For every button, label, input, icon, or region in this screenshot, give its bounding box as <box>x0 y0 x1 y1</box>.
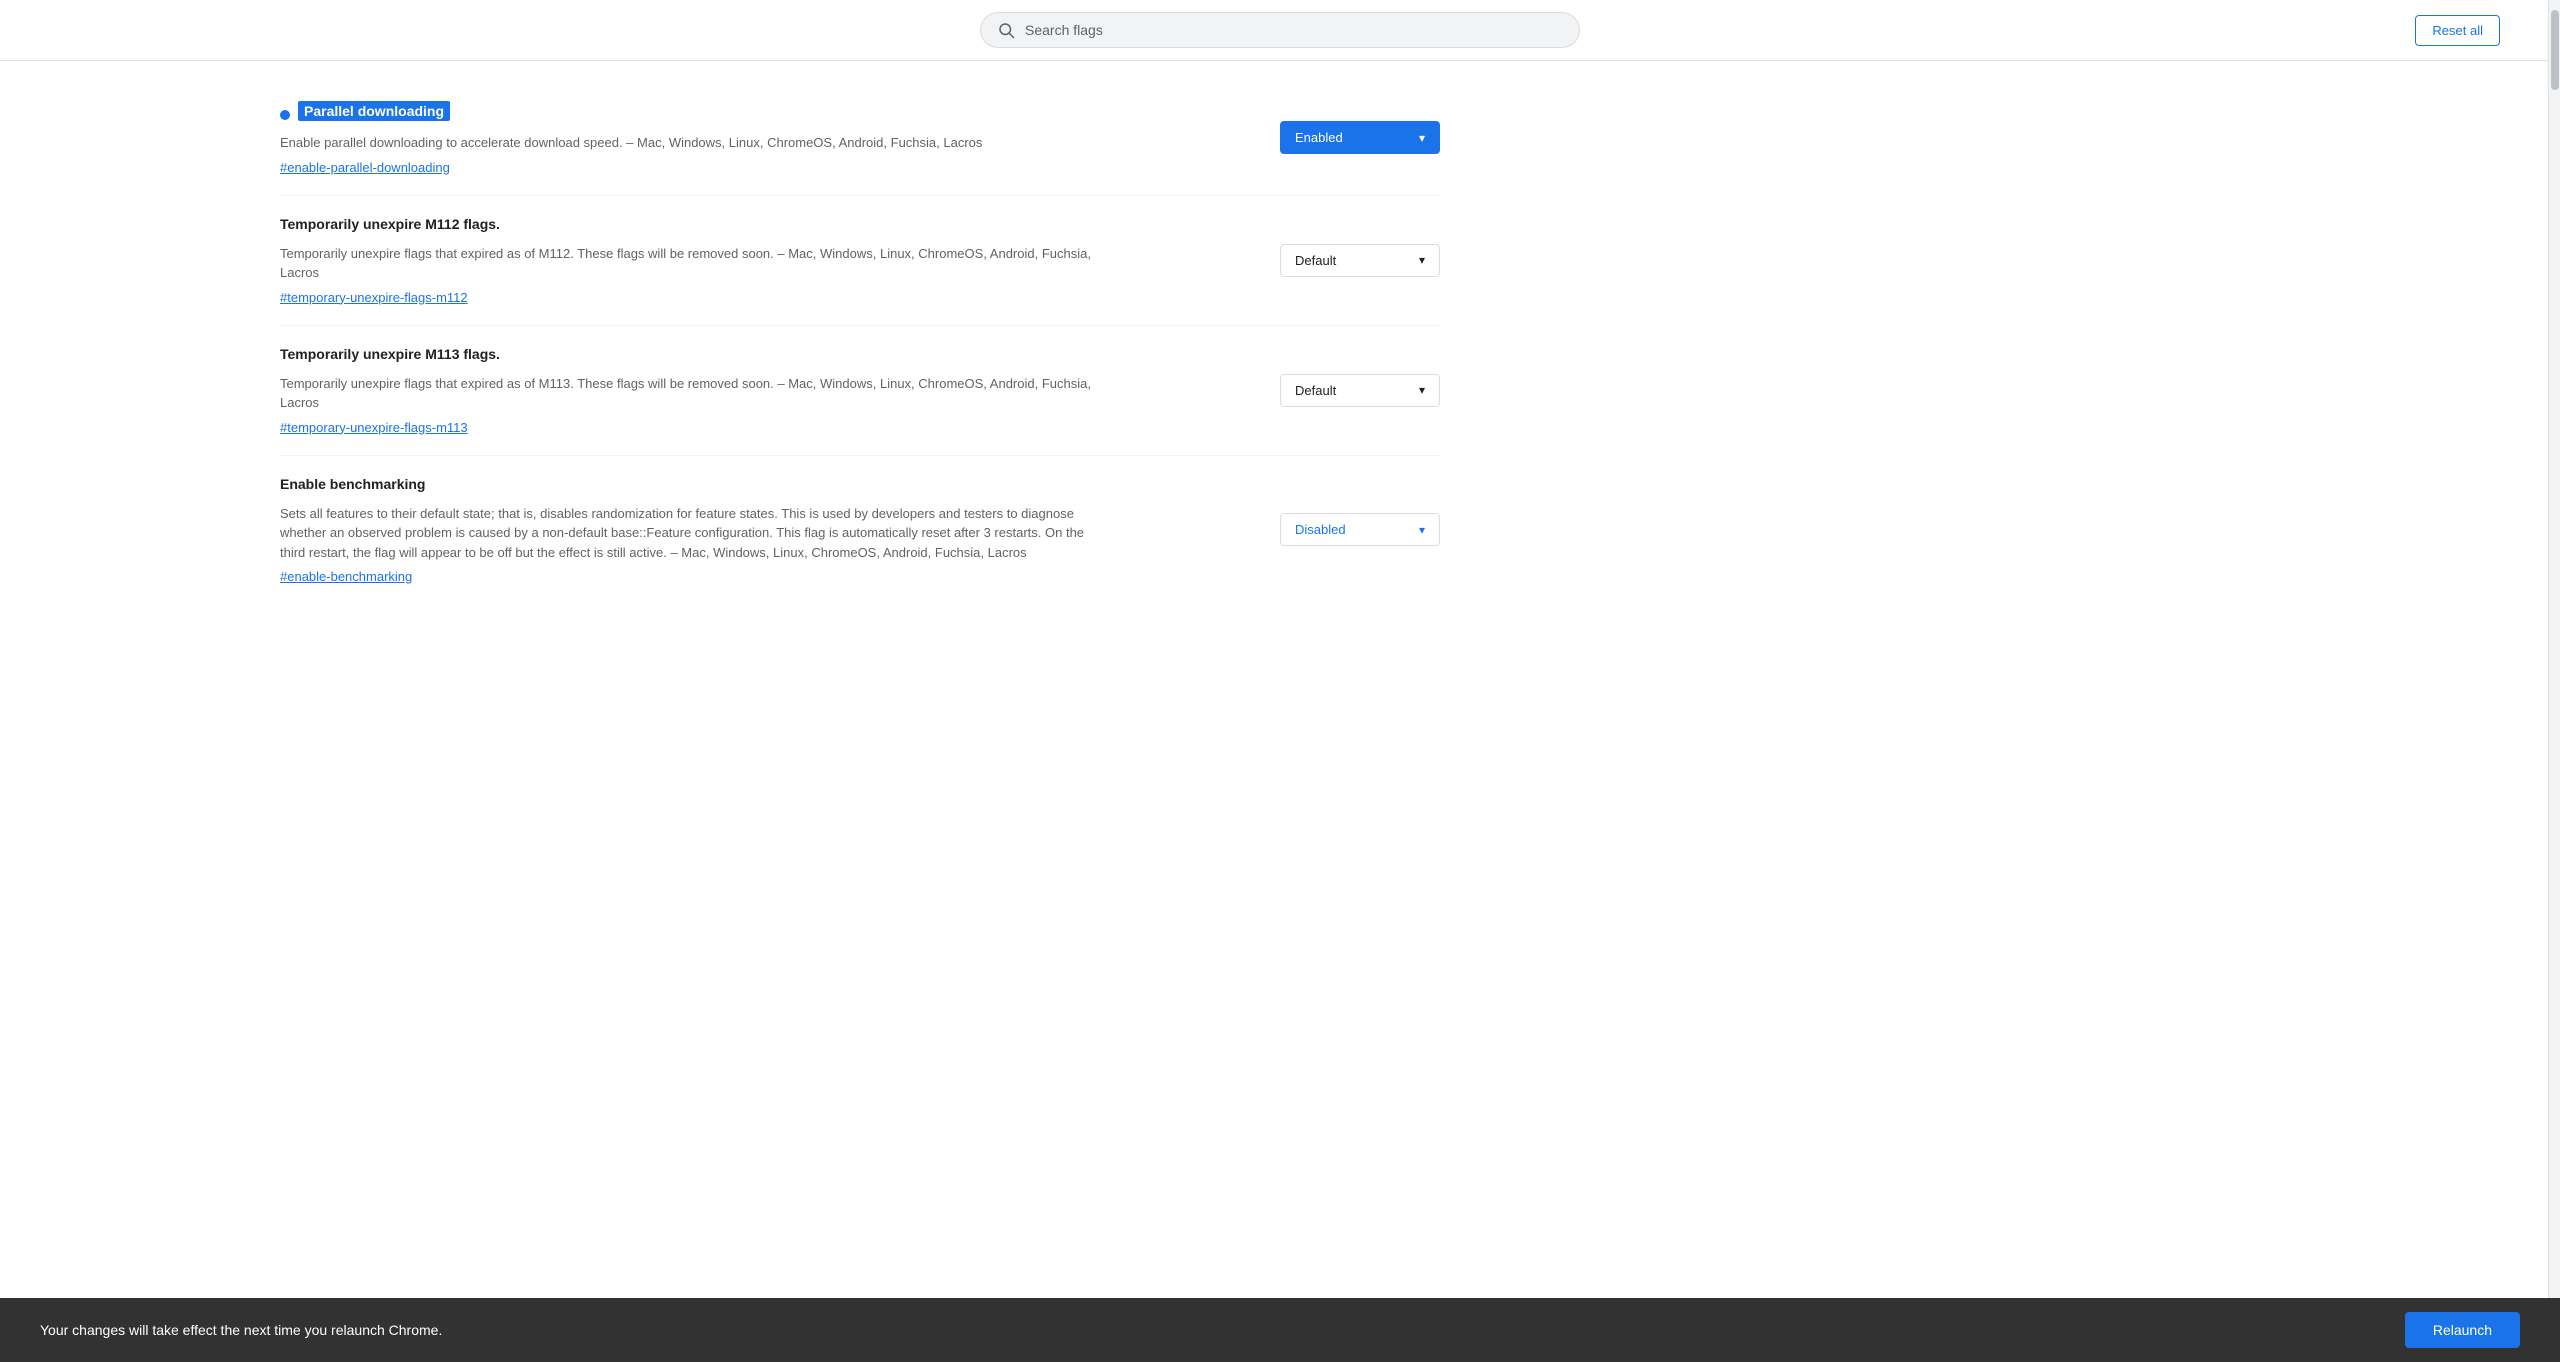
header-bar: Reset all <box>0 0 2560 61</box>
dropdown-label: Default <box>1295 383 1336 398</box>
chevron-down-icon: ▾ <box>1419 253 1425 267</box>
flag-title: Enable benchmarking <box>280 476 425 492</box>
search-container[interactable] <box>980 12 1580 48</box>
flag-title-row: Parallel downloading <box>280 101 1110 127</box>
flag-description: Temporarily unexpire flags that expired … <box>280 374 1110 413</box>
chevron-down-icon: ▾ <box>1419 383 1425 397</box>
flag-item: Parallel downloading Enable parallel dow… <box>280 81 1440 196</box>
dropdown-select[interactable]: Enabled ▾ <box>1280 121 1440 154</box>
flag-info: Parallel downloading Enable parallel dow… <box>280 101 1150 175</box>
dropdown-select[interactable]: Default ▾ <box>1280 244 1440 277</box>
flag-dropdown[interactable]: Disabled ▾ <box>1280 513 1440 546</box>
flag-link[interactable]: #enable-benchmarking <box>280 569 412 584</box>
flag-title: Temporarily unexpire M112 flags. <box>280 216 500 232</box>
scrollbar-thumb[interactable] <box>2551 10 2559 90</box>
dropdown-label: Disabled <box>1295 522 1346 537</box>
chevron-down-icon: ▾ <box>1419 523 1425 537</box>
flag-active-dot <box>280 110 290 120</box>
dropdown-label: Default <box>1295 253 1336 268</box>
reset-all-button[interactable]: Reset all <box>2415 15 2500 46</box>
dropdown-select[interactable]: Disabled ▾ <box>1280 513 1440 546</box>
flag-title-row: Temporarily unexpire M113 flags. <box>280 346 1110 368</box>
flag-dropdown[interactable]: Default ▾ <box>1280 244 1440 277</box>
scrollbar[interactable] <box>2548 0 2560 1362</box>
flag-item: Temporarily unexpire M113 flags. Tempora… <box>280 326 1440 456</box>
search-icon <box>997 21 1015 39</box>
flag-title: Temporarily unexpire M113 flags. <box>280 346 500 362</box>
chevron-down-icon: ▾ <box>1419 131 1425 145</box>
flag-title: Parallel downloading <box>298 101 450 121</box>
flag-item: Enable benchmarking Sets all features to… <box>280 456 1440 605</box>
search-input[interactable] <box>1025 22 1563 38</box>
flag-description: Sets all features to their default state… <box>280 504 1110 563</box>
dropdown-select[interactable]: Default ▾ <box>1280 374 1440 407</box>
flag-link[interactable]: #enable-parallel-downloading <box>280 160 450 175</box>
flag-description: Temporarily unexpire flags that expired … <box>280 244 1110 283</box>
dropdown-label: Enabled <box>1295 130 1343 145</box>
flag-dropdown[interactable]: Enabled ▾ <box>1280 121 1440 154</box>
flag-link[interactable]: #temporary-unexpire-flags-m112 <box>280 290 468 305</box>
flag-item: Temporarily unexpire M112 flags. Tempora… <box>280 196 1440 326</box>
relaunch-button[interactable]: Relaunch <box>2405 1312 2520 1348</box>
flag-info: Temporarily unexpire M112 flags. Tempora… <box>280 216 1150 305</box>
flag-title-row: Enable benchmarking <box>280 476 1110 498</box>
flags-list: Parallel downloading Enable parallel dow… <box>0 61 1500 624</box>
bottom-bar-message: Your changes will take effect the next t… <box>40 1322 442 1338</box>
flag-info: Temporarily unexpire M113 flags. Tempora… <box>280 346 1150 435</box>
flag-title-row: Temporarily unexpire M112 flags. <box>280 216 1110 238</box>
flag-link[interactable]: #temporary-unexpire-flags-m113 <box>280 420 468 435</box>
flag-description: Enable parallel downloading to accelerat… <box>280 133 1110 153</box>
flag-dropdown[interactable]: Default ▾ <box>1280 374 1440 407</box>
bottom-bar: Your changes will take effect the next t… <box>0 1298 2560 1362</box>
flag-info: Enable benchmarking Sets all features to… <box>280 476 1150 585</box>
